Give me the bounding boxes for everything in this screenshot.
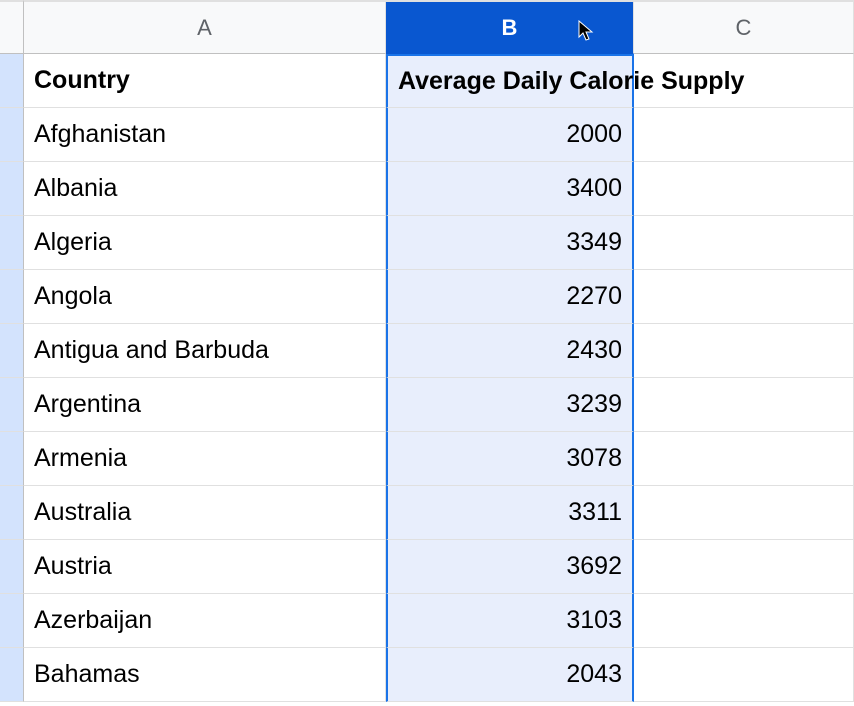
cell-empty[interactable]	[634, 324, 854, 378]
cell-country[interactable]: Bahamas	[24, 648, 386, 702]
cell-empty[interactable]	[634, 648, 854, 702]
row-stub[interactable]	[0, 486, 24, 540]
cell-calories[interactable]: 3692	[386, 540, 634, 594]
cell-empty[interactable]	[634, 162, 854, 216]
cell-empty[interactable]	[634, 594, 854, 648]
cell-empty[interactable]	[634, 108, 854, 162]
column-header-b[interactable]: B	[386, 0, 634, 54]
cell-calories[interactable]: 2000	[386, 108, 634, 162]
cell-country[interactable]: Angola	[24, 270, 386, 324]
country-value: Australia	[34, 498, 131, 527]
header-calories: Average Daily Calorie Supply	[398, 67, 744, 96]
country-value: Argentina	[34, 390, 141, 419]
row-stub[interactable]	[0, 108, 24, 162]
cell-country[interactable]: Algeria	[24, 216, 386, 270]
cell-calories[interactable]: 3311	[386, 486, 634, 540]
calorie-value: 2000	[566, 120, 622, 149]
country-value: Azerbaijan	[34, 606, 152, 635]
cell-country[interactable]: Albania	[24, 162, 386, 216]
row-stub[interactable]	[0, 162, 24, 216]
cell-empty[interactable]	[634, 270, 854, 324]
row-stub[interactable]	[0, 378, 24, 432]
cell-calories[interactable]: 3078	[386, 432, 634, 486]
calorie-value: 2430	[566, 336, 622, 365]
row-stub[interactable]	[0, 432, 24, 486]
cell-empty[interactable]	[634, 432, 854, 486]
cell-empty[interactable]	[634, 216, 854, 270]
row-stub[interactable]	[0, 648, 24, 702]
calorie-value: 3400	[566, 174, 622, 203]
row-stub[interactable]	[0, 270, 24, 324]
cell-a1[interactable]: Country	[24, 54, 386, 108]
cell-country[interactable]: Afghanistan	[24, 108, 386, 162]
row-stub[interactable]	[0, 54, 24, 108]
cell-empty[interactable]	[634, 486, 854, 540]
cell-country[interactable]: Australia	[24, 486, 386, 540]
country-value: Afghanistan	[34, 120, 166, 149]
header-country: Country	[34, 66, 130, 95]
calorie-value: 3078	[566, 444, 622, 473]
country-value: Bahamas	[34, 660, 140, 689]
cell-calories[interactable]: 2270	[386, 270, 634, 324]
row-stub[interactable]	[0, 216, 24, 270]
spreadsheet-grid[interactable]: A B C Country Average Daily Calorie Supp…	[0, 0, 854, 702]
calorie-value: 3103	[566, 606, 622, 635]
cell-empty[interactable]	[634, 540, 854, 594]
cell-country[interactable]: Azerbaijan	[24, 594, 386, 648]
cell-calories[interactable]: 2430	[386, 324, 634, 378]
row-stub[interactable]	[0, 594, 24, 648]
country-value: Angola	[34, 282, 112, 311]
cell-calories[interactable]: 3349	[386, 216, 634, 270]
calorie-value: 2270	[566, 282, 622, 311]
country-value: Algeria	[34, 228, 112, 257]
cell-b1[interactable]: Average Daily Calorie Supply	[386, 54, 634, 108]
row-stub[interactable]	[0, 540, 24, 594]
calorie-value: 3311	[568, 498, 622, 527]
cell-country[interactable]: Antigua and Barbuda	[24, 324, 386, 378]
country-value: Albania	[34, 174, 117, 203]
calorie-value: 3239	[566, 390, 622, 419]
row-stub[interactable]	[0, 324, 24, 378]
cell-country[interactable]: Austria	[24, 540, 386, 594]
cell-empty[interactable]	[634, 378, 854, 432]
country-value: Austria	[34, 552, 112, 581]
cell-calories[interactable]: 3103	[386, 594, 634, 648]
cell-country[interactable]: Argentina	[24, 378, 386, 432]
calorie-value: 3349	[566, 228, 622, 257]
country-value: Antigua and Barbuda	[34, 336, 269, 365]
calorie-value: 3692	[566, 552, 622, 581]
country-value: Armenia	[34, 444, 127, 473]
cell-calories[interactable]: 3400	[386, 162, 634, 216]
column-header-a[interactable]: A	[24, 0, 386, 54]
cell-calories[interactable]: 2043	[386, 648, 634, 702]
cell-calories[interactable]: 3239	[386, 378, 634, 432]
column-header-c[interactable]: C	[634, 0, 854, 54]
calorie-value: 2043	[566, 660, 622, 689]
corner-cell[interactable]	[0, 0, 24, 54]
cell-country[interactable]: Armenia	[24, 432, 386, 486]
